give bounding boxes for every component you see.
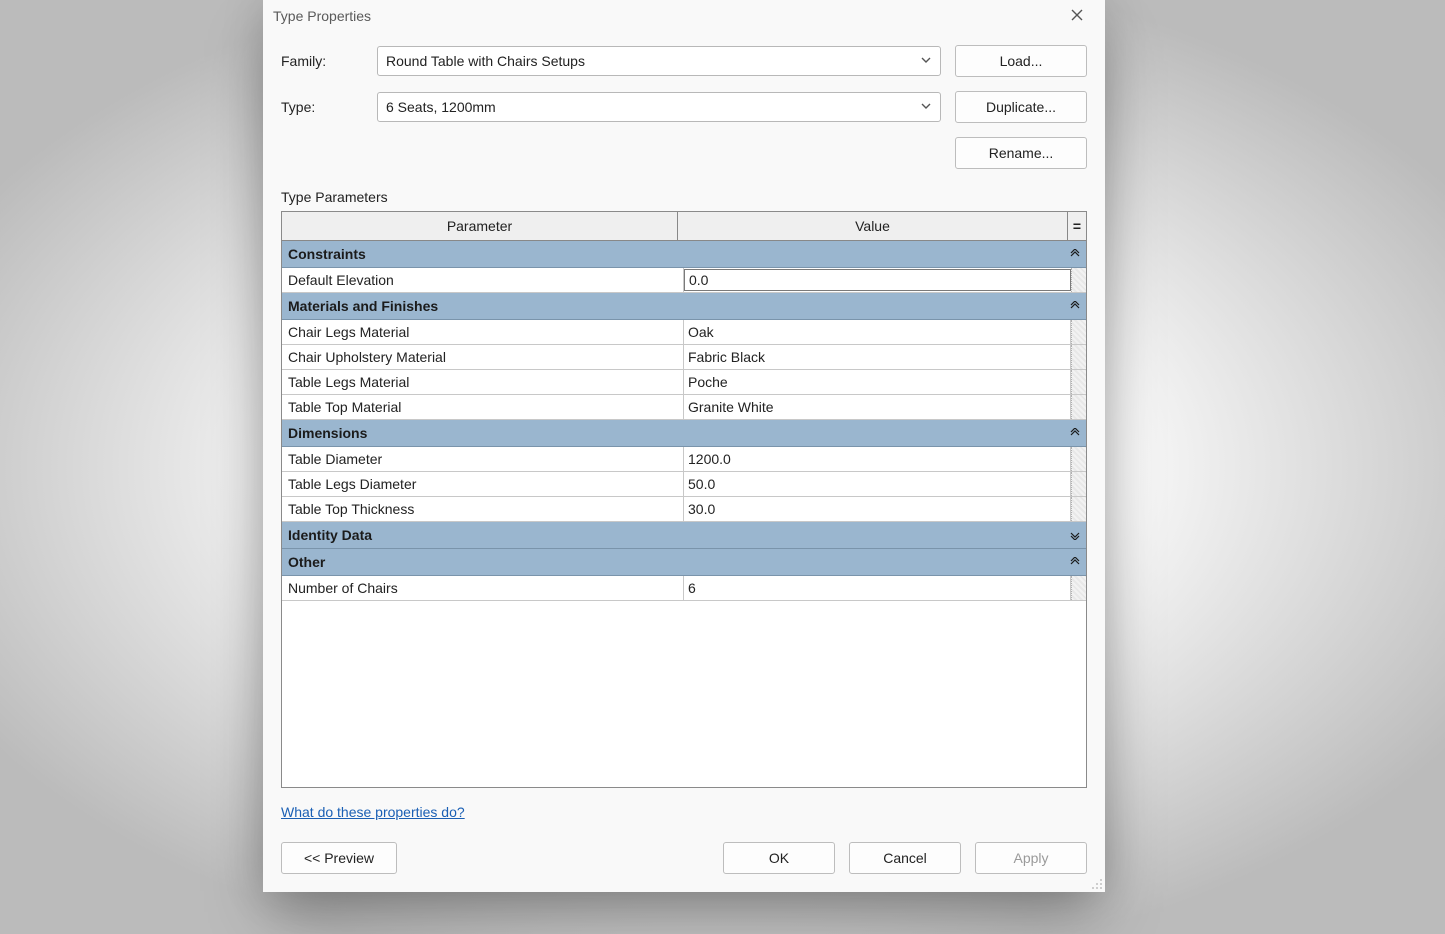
grid-body: Constraints Default Elevation0.0 Materials…	[282, 241, 1086, 787]
equals-cell[interactable]	[1071, 447, 1086, 471]
cancel-button-label: Cancel	[883, 850, 927, 866]
type-parameters-label: Type Parameters	[263, 175, 1105, 211]
family-selected-value: Round Table with Chairs Setups	[386, 53, 585, 69]
equals-cell[interactable]	[1071, 370, 1086, 394]
parameter-value[interactable]: Poche	[684, 370, 1071, 394]
group-header[interactable]: Dimensions	[282, 420, 1086, 447]
load-button-label: Load...	[1000, 53, 1043, 69]
parameter-name: Number of Chairs	[282, 576, 684, 600]
group-header[interactable]: Constraints	[282, 241, 1086, 268]
dialog-footer: << Preview OK Cancel Apply	[263, 820, 1105, 892]
equals-cell[interactable]	[1071, 320, 1086, 344]
equals-cell[interactable]	[1071, 576, 1086, 600]
resize-grip[interactable]	[1089, 876, 1103, 890]
equals-cell[interactable]	[1071, 395, 1086, 419]
parameter-name: Table Top Thickness	[282, 497, 684, 521]
grid-header: Parameter Value =	[282, 212, 1086, 241]
parameter-name: Default Elevation	[282, 268, 684, 292]
parameter-row: Chair Legs MaterialOak	[282, 320, 1086, 345]
parameter-name: Table Diameter	[282, 447, 684, 471]
family-select[interactable]: Round Table with Chairs Setups	[377, 46, 941, 76]
dialog-title: Type Properties	[273, 8, 371, 24]
preview-button[interactable]: << Preview	[281, 842, 397, 874]
type-label: Type:	[281, 99, 363, 115]
parameter-row: Table Legs MaterialPoche	[282, 370, 1086, 395]
ok-button-label: OK	[769, 850, 789, 866]
group-name: Materials and Finishes	[288, 298, 438, 314]
parameter-name: Chair Upholstery Material	[282, 345, 684, 369]
collapse-icon	[1066, 425, 1086, 441]
duplicate-button[interactable]: Duplicate...	[955, 91, 1087, 123]
type-properties-dialog: Type Properties Family: Round Table with…	[263, 0, 1105, 892]
parameter-row: Default Elevation0.0	[282, 268, 1086, 293]
group-name: Constraints	[288, 246, 366, 262]
parameter-name: Table Legs Material	[282, 370, 684, 394]
parameter-value[interactable]: 0.0	[684, 269, 1071, 291]
parameters-grid: Parameter Value = Constraints Default Ele…	[281, 211, 1087, 788]
chevron-down-icon	[920, 99, 932, 115]
collapse-icon	[1066, 246, 1086, 262]
collapse-icon	[1066, 298, 1086, 314]
parameter-value[interactable]: Oak	[684, 320, 1071, 344]
parameter-row: Table Top Thickness30.0	[282, 497, 1086, 522]
rename-button[interactable]: Rename...	[955, 137, 1087, 169]
parameter-value[interactable]: Fabric Black	[684, 345, 1071, 369]
load-button[interactable]: Load...	[955, 45, 1087, 77]
apply-button-label: Apply	[1013, 850, 1048, 866]
parameter-value[interactable]: 1200.0	[684, 447, 1071, 471]
parameter-name: Table Top Material	[282, 395, 684, 419]
group-name: Other	[288, 554, 325, 570]
equals-cell[interactable]	[1071, 497, 1086, 521]
group-name: Identity Data	[288, 527, 372, 543]
group-header[interactable]: Identity Data	[282, 522, 1086, 549]
titlebar: Type Properties	[263, 0, 1105, 31]
parameter-value[interactable]: 6	[684, 576, 1071, 600]
parameter-value[interactable]: 50.0	[684, 472, 1071, 496]
parameter-row: Table Legs Diameter50.0	[282, 472, 1086, 497]
parameter-row: Chair Upholstery MaterialFabric Black	[282, 345, 1086, 370]
preview-button-label: << Preview	[304, 850, 374, 866]
type-select[interactable]: 6 Seats, 1200mm	[377, 92, 941, 122]
expand-icon	[1066, 527, 1086, 543]
equals-cell[interactable]	[1071, 345, 1086, 369]
group-name: Dimensions	[288, 425, 367, 441]
equals-cell[interactable]	[1071, 472, 1086, 496]
column-header-equals[interactable]: =	[1068, 212, 1086, 240]
column-header-parameter[interactable]: Parameter	[282, 212, 678, 240]
rename-button-label: Rename...	[989, 145, 1054, 161]
family-label: Family:	[281, 53, 363, 69]
top-form: Family: Round Table with Chairs Setups L…	[263, 31, 1105, 175]
equals-cell[interactable]	[1071, 268, 1086, 292]
type-selected-value: 6 Seats, 1200mm	[386, 99, 496, 115]
parameter-value[interactable]: 30.0	[684, 497, 1071, 521]
duplicate-button-label: Duplicate...	[986, 99, 1056, 115]
collapse-icon	[1066, 554, 1086, 570]
column-header-value[interactable]: Value	[678, 212, 1068, 240]
help-link[interactable]: What do these properties do?	[281, 804, 465, 820]
group-header[interactable]: Materials and Finishes	[282, 293, 1086, 320]
chevron-down-icon	[920, 53, 932, 69]
cancel-button[interactable]: Cancel	[849, 842, 961, 874]
group-header[interactable]: Other	[282, 549, 1086, 576]
parameter-row: Table Top MaterialGranite White	[282, 395, 1086, 420]
close-icon	[1071, 8, 1083, 24]
parameter-row: Table Diameter1200.0	[282, 447, 1086, 472]
parameter-name: Chair Legs Material	[282, 320, 684, 344]
parameter-name: Table Legs Diameter	[282, 472, 684, 496]
ok-button[interactable]: OK	[723, 842, 835, 874]
parameter-row: Number of Chairs6	[282, 576, 1086, 601]
parameter-value[interactable]: Granite White	[684, 395, 1071, 419]
apply-button[interactable]: Apply	[975, 842, 1087, 874]
close-button[interactable]	[1057, 2, 1097, 30]
